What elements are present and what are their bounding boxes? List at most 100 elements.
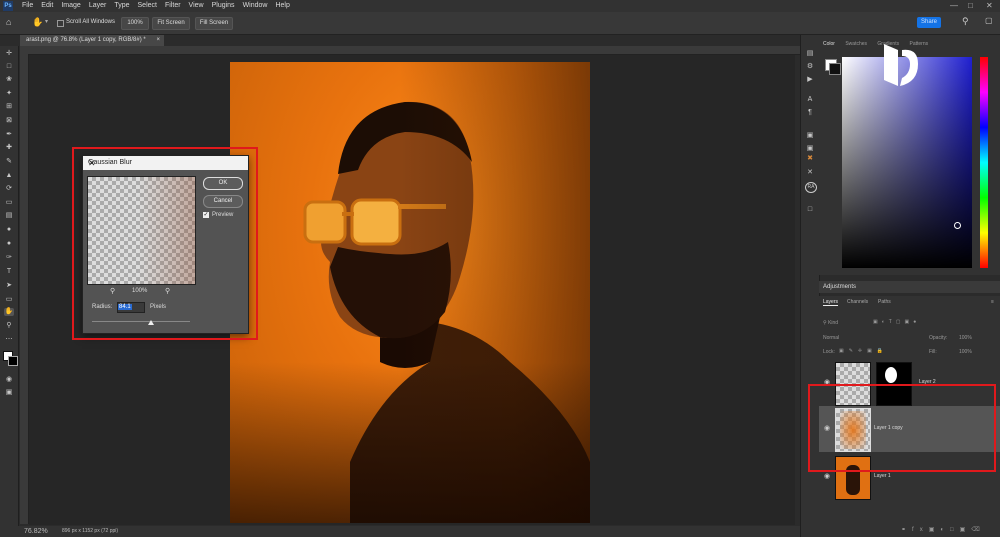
ra-plugin-icon[interactable]: RA [805,182,817,193]
maximize-icon[interactable]: □ [968,0,973,12]
tools-panel: ✛ □ ❀ ✦ ⊞ ⊠ ✒ ✚ ✎ ▲ ⟳ ▭ ▤ ● ● ✑ T ➤ ▭ ✋ … [0,46,19,526]
watermark-logo [884,44,918,86]
menu-window[interactable]: Window [239,0,272,12]
opacity-label: Opacity: [929,335,948,341]
menu-image[interactable]: Image [57,0,84,12]
adjustments-title: Adjustments [823,284,857,290]
layer-filter-kind-label: Kind [828,320,839,326]
visibility-eye-icon[interactable]: ◉ [824,472,830,480]
vertical-ruler [20,54,29,524]
layer-name[interactable]: Layer 1 [874,473,891,479]
quick-select-tool-icon[interactable]: ✦ [4,90,14,98]
screen-mode-icon[interactable]: ▣ [4,389,14,397]
status-doc-info[interactable]: 896 px x 1152 px (72 ppi) [62,528,118,534]
play-actions-icon[interactable]: ▶ [805,75,815,84]
opacity-value[interactable]: 100% [959,335,972,341]
menu-edit[interactable]: Edit [37,0,57,12]
crop-tool-icon[interactable]: ⊞ [4,103,14,111]
hue-slider[interactable] [980,57,988,268]
highlight-box-layer [808,384,996,472]
menu-filter[interactable]: Filter [161,0,185,12]
hand-tool-active-icon[interactable]: ✋ [4,308,14,316]
adjustments-panel-header[interactable]: Adjustments [819,281,1000,293]
minimize-icon[interactable]: — [950,0,958,12]
layer-comps-icon[interactable]: □ [805,205,815,214]
info-icon[interactable]: ▣ [805,144,815,153]
horizontal-ruler [20,46,800,55]
lock-icons[interactable]: ▣✎✛▣🔒 [839,348,888,354]
tab-color[interactable]: Color [823,41,835,47]
fill-value[interactable]: 100% [959,349,972,355]
lock-label: Lock: [823,349,835,355]
type-tool-icon[interactable]: T [4,268,14,276]
document-tab[interactable]: arast.png @ 76.8% (Layer 1 copy, RGB/8#)… [20,35,164,46]
background-color-swatch[interactable] [8,356,18,366]
zoom-100-button[interactable]: 100% [121,17,149,30]
eyedropper-tool-icon[interactable]: ✒ [4,131,14,139]
history-icon[interactable]: ▤ [805,49,815,58]
scroll-all-windows-checkbox[interactable] [57,20,64,27]
quick-mask-icon[interactable]: ◉ [4,376,14,384]
layer-filter-kind[interactable]: ⚲ Kind [823,320,838,326]
blur-tool-icon[interactable]: ● [4,226,14,234]
fill-label: Fill: [929,349,937,355]
eraser-tool-icon[interactable]: ▭ [4,199,14,207]
healing-brush-tool-icon[interactable]: ✚ [4,144,14,152]
share-button[interactable]: Share [917,17,941,28]
window-close-icon[interactable]: ✕ [986,0,993,12]
panel-background-swatch[interactable] [829,63,841,75]
menu-help[interactable]: Help [271,0,293,12]
paragraph-icon[interactable]: ¶ [805,108,815,117]
layer-filter-icons[interactable]: ▣◐T▢▣● [873,319,920,325]
menu-list: File Edit Image Layer Type Select Filter… [18,0,294,12]
menu-select[interactable]: Select [134,0,161,12]
menu-layer[interactable]: Layer [85,0,111,12]
character-icon[interactable]: A [805,95,815,104]
layers-footer-icons[interactable]: ⚭fx▣◐□▣⌫ [901,526,986,533]
libraries-icon[interactable]: ▣ [805,131,815,140]
pen-tool-icon[interactable]: ✑ [4,254,14,262]
clone-stamp-tool-icon[interactable]: ▲ [4,172,14,180]
move-tool-icon[interactable]: ✛ [4,50,14,58]
lasso-tool-icon[interactable]: ❀ [4,76,14,84]
blend-mode-select[interactable]: Normal [823,335,839,341]
tab-channels[interactable]: Channels [847,299,868,305]
tab-paths[interactable]: Paths [878,299,891,305]
status-zoom[interactable]: 76.82% [24,528,48,535]
history-brush-tool-icon[interactable]: ⟳ [4,185,14,193]
options-bar: ⌂ ✋ ▾ Scroll All Windows 100% Fit Screen… [0,12,1000,35]
menu-view[interactable]: View [185,0,208,12]
path-selection-tool-icon[interactable]: ➤ [4,282,14,290]
search-icon[interactable]: ⚲ [962,16,969,27]
document-canvas-image[interactable] [230,62,590,523]
scroll-all-windows-label: Scroll All Windows [66,19,116,25]
marquee-tool-icon[interactable]: □ [4,63,14,71]
home-icon[interactable]: ⌂ [6,17,11,27]
plugin-cross-icon[interactable]: ✕ [805,168,815,177]
highlight-box-dialog [72,147,258,340]
shadow-overlay [230,362,590,523]
fill-screen-button[interactable]: Fill Screen [195,17,233,30]
color-picker-cursor[interactable] [954,222,961,229]
menu-type[interactable]: Type [110,0,133,12]
menu-file[interactable]: File [18,0,37,12]
chevron-down-icon[interactable]: ▾ [45,18,48,25]
tab-swatches[interactable]: Swatches [845,41,867,47]
tab-close-icon[interactable]: × [156,35,160,46]
brush-tool-icon[interactable]: ✎ [4,158,14,166]
document-tab-title: arast.png @ 76.8% (Layer 1 copy, RGB/8#)… [26,37,146,43]
plugin-tools-icon[interactable]: ✖ [805,154,815,163]
gradient-tool-icon[interactable]: ▤ [4,212,14,220]
workspace-icon[interactable]: ▢ [985,16,993,25]
menu-plugins[interactable]: Plugins [208,0,239,12]
properties-icon[interactable]: ⚙ [805,62,815,71]
panel-menu-icon[interactable]: ≡ [991,299,994,305]
rectangle-tool-icon[interactable]: ▭ [4,296,14,304]
fit-screen-button[interactable]: Fit Screen [152,17,190,30]
tab-layers[interactable]: Layers [823,299,839,306]
hand-tool-icon[interactable]: ✋ [32,17,43,28]
frame-tool-icon[interactable]: ⊠ [4,117,14,125]
more-tools-icon[interactable]: ⋯ [4,336,14,344]
dodge-tool-icon[interactable]: ● [4,240,14,248]
zoom-tool-icon[interactable]: ⚲ [4,322,14,330]
